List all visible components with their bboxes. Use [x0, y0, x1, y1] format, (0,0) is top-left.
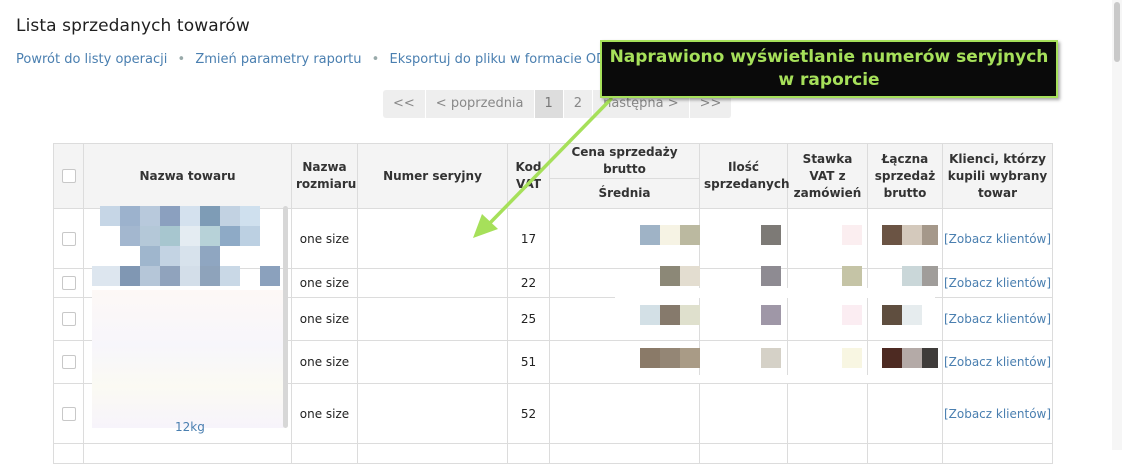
page-scrollbar[interactable]	[1112, 0, 1122, 450]
arrow-line	[486, 96, 614, 227]
scrollbar-thumb[interactable]	[1114, 2, 1120, 62]
annotation-callout: Naprawiono wyświetlanie numerów seryjnyc…	[600, 40, 1058, 98]
